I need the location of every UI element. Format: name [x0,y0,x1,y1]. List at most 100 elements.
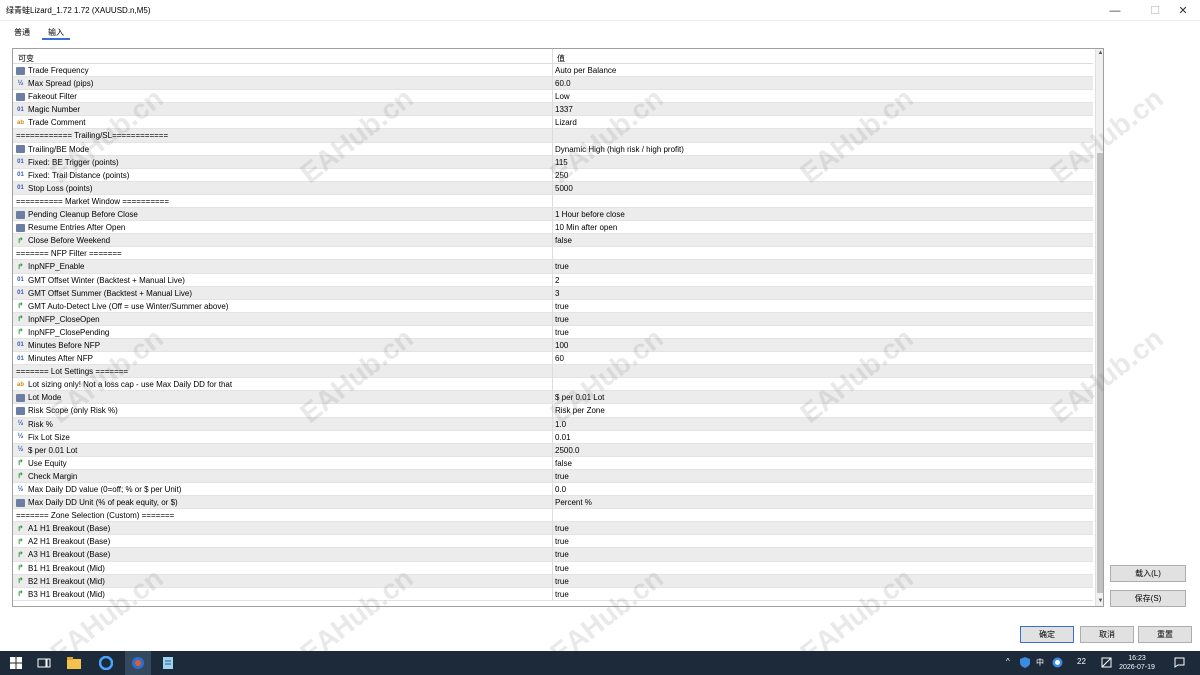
table-row[interactable]: ======= Lot Settings ======= [13,365,1093,379]
row-value[interactable]: 3 [555,289,559,298]
scroll-thumb[interactable] [1097,153,1103,593]
row-value[interactable]: false [555,236,572,245]
row-value[interactable]: $ per 0.01 Lot [555,393,604,402]
metatrader-icon[interactable] [130,655,146,671]
task-view-icon[interactable] [36,655,52,671]
windows-start-icon[interactable] [8,655,24,671]
row-value[interactable]: true [555,564,569,573]
table-row[interactable]: Resume Entries After Open 10 Min after op… [13,221,1093,235]
table-row[interactable]: ↱ B1 H1 Breakout (Mid) true [13,561,1093,575]
table-row[interactable]: Max Daily DD Unit (% of peak equity, or … [13,496,1093,510]
ime-indicator[interactable]: 中 [1036,657,1044,668]
row-value[interactable]: Risk per Zone [555,406,605,415]
table-row[interactable]: ======= Zone Selection (Custom) ======= [13,509,1093,523]
table-row[interactable]: ↱ InpNFP_Enable true [13,260,1093,274]
row-value[interactable]: true [555,328,569,337]
row-value[interactable]: 60 [555,354,564,363]
row-value[interactable]: 10 Min after open [555,223,617,232]
tray-expand-icon[interactable]: ^ [1006,657,1010,666]
table-row[interactable]: ½ $ per 0.01 Lot 2500.0 [13,443,1093,457]
file-explorer-icon[interactable] [66,655,82,671]
table-row[interactable]: 01 GMT Offset Winter (Backtest + Manual L… [13,273,1093,287]
table-row[interactable]: ↱ A1 H1 Breakout (Base) true [13,522,1093,536]
table-row[interactable]: ======= NFP Filter ======= [13,247,1093,261]
row-value[interactable]: true [555,472,569,481]
close-button[interactable]: ✕ [1166,0,1200,21]
table-row[interactable]: ↱ GMT Auto-Detect Live (Off = use Winter/… [13,299,1093,313]
row-value[interactable]: true [555,537,569,546]
table-row[interactable]: ab Lot sizing only! Not a loss cap - use … [13,378,1093,392]
header-variable[interactable]: 可变 [18,53,34,64]
taskbar-clock[interactable]: 16:23 2026-07-19 [1116,654,1158,672]
cancel-button[interactable]: 取消 [1080,626,1134,643]
table-row[interactable]: Fakeout Filter Low [13,90,1093,104]
notepad-icon[interactable] [160,655,176,671]
table-row[interactable]: 01 Fixed: Trail Distance (points) 250 [13,168,1093,182]
row-value[interactable]: 60.0 [555,79,571,88]
table-row[interactable]: ↱ Use Equity false [13,456,1093,470]
tab-common[interactable]: 普通 [8,24,36,40]
row-value[interactable]: false [555,459,572,468]
row-value[interactable]: 1337 [555,105,573,114]
table-row[interactable]: ½ Max Spread (pips) 60.0 [13,77,1093,91]
network-icon[interactable] [1101,657,1112,670]
table-row[interactable]: ½ Risk % 1.0 [13,417,1093,431]
table-row[interactable]: ↱ A2 H1 Breakout (Base) true [13,535,1093,549]
tab-inputs[interactable]: 输入 [42,24,70,40]
row-value[interactable]: Dynamic High (high risk / high profit) [555,145,684,154]
row-value[interactable]: true [555,262,569,271]
table-row[interactable]: ↱ B2 H1 Breakout (Mid) true [13,574,1093,588]
table-row[interactable]: ↱ Close Before Weekend false [13,234,1093,248]
scroll-up-icon[interactable]: ▲ [1096,49,1103,58]
row-value[interactable]: 0.01 [555,433,571,442]
row-value[interactable]: true [555,315,569,324]
row-value[interactable]: 1.0 [555,420,566,429]
table-row[interactable]: ½ Max Daily DD value (0=off; % or $ per U… [13,483,1093,497]
row-value[interactable]: 2500.0 [555,446,579,455]
tray-app-icon[interactable] [1052,657,1063,670]
row-value[interactable]: true [555,524,569,533]
minimize-button[interactable]: — [1098,0,1132,21]
table-row[interactable]: 01 Fixed: BE Trigger (points) 115 [13,155,1093,169]
row-value[interactable]: 0.0 [555,485,566,494]
header-value[interactable]: 值 [557,53,565,64]
notification-icon[interactable] [1174,657,1185,670]
save-button[interactable]: 保存(S) [1110,590,1186,607]
row-value[interactable]: 2 [555,276,559,285]
table-row[interactable]: Risk Scope (only Risk %) Risk per Zone [13,404,1093,418]
row-value[interactable]: 100 [555,341,568,350]
browser-icon[interactable] [98,655,114,671]
table-row[interactable]: 01 Magic Number 1337 [13,103,1093,117]
table-row[interactable]: ============ Trailing/SL============ [13,129,1093,143]
table-row[interactable]: Lot Mode $ per 0.01 Lot [13,391,1093,405]
tray-badge[interactable]: 22 [1077,657,1086,666]
table-row[interactable]: 01 Minutes After NFP 60 [13,352,1093,366]
security-shield-icon[interactable] [1020,657,1030,670]
table-row[interactable]: ↱ B3 H1 Breakout (Mid) true [13,587,1093,601]
row-value[interactable]: 115 [555,158,568,167]
reset-button[interactable]: 重置 [1138,626,1192,643]
row-value[interactable]: Percent % [555,498,592,507]
row-value[interactable]: true [555,590,569,599]
table-row[interactable]: 01 Stop Loss (points) 5000 [13,181,1093,195]
table-row[interactable]: Trailing/BE Mode Dynamic High (high risk … [13,142,1093,156]
row-value[interactable]: 1 Hour before close [555,210,625,219]
row-value[interactable]: Auto per Balance [555,66,616,75]
row-value[interactable]: Lizard [555,118,577,127]
table-row[interactable]: ========== Market Window ========== [13,194,1093,209]
table-row[interactable]: Trade Frequency Auto per Balance [13,64,1093,78]
load-button[interactable]: 载入(L) [1110,565,1186,582]
table-row[interactable]: ½ Fix Lot Size 0.01 [13,430,1093,444]
table-row[interactable]: ab Trade Comment Lizard [13,116,1093,130]
row-value[interactable]: true [555,577,569,586]
ok-button[interactable]: 确定 [1020,626,1074,643]
table-row[interactable]: 01 GMT Offset Summer (Backtest + Manual L… [13,286,1093,300]
vertical-scrollbar[interactable]: ▲ ▼ [1095,49,1103,606]
table-row[interactable]: ↱ A3 H1 Breakout (Base) true [13,548,1093,562]
scroll-down-icon[interactable]: ▼ [1096,597,1103,606]
table-row[interactable]: Pending Cleanup Before Close 1 Hour befor… [13,208,1093,222]
row-value[interactable]: true [555,302,569,311]
table-row[interactable]: ↱ Check Margin true [13,469,1093,483]
row-value[interactable]: true [555,550,569,559]
table-row[interactable]: 01 Minutes Before NFP 100 [13,338,1093,353]
